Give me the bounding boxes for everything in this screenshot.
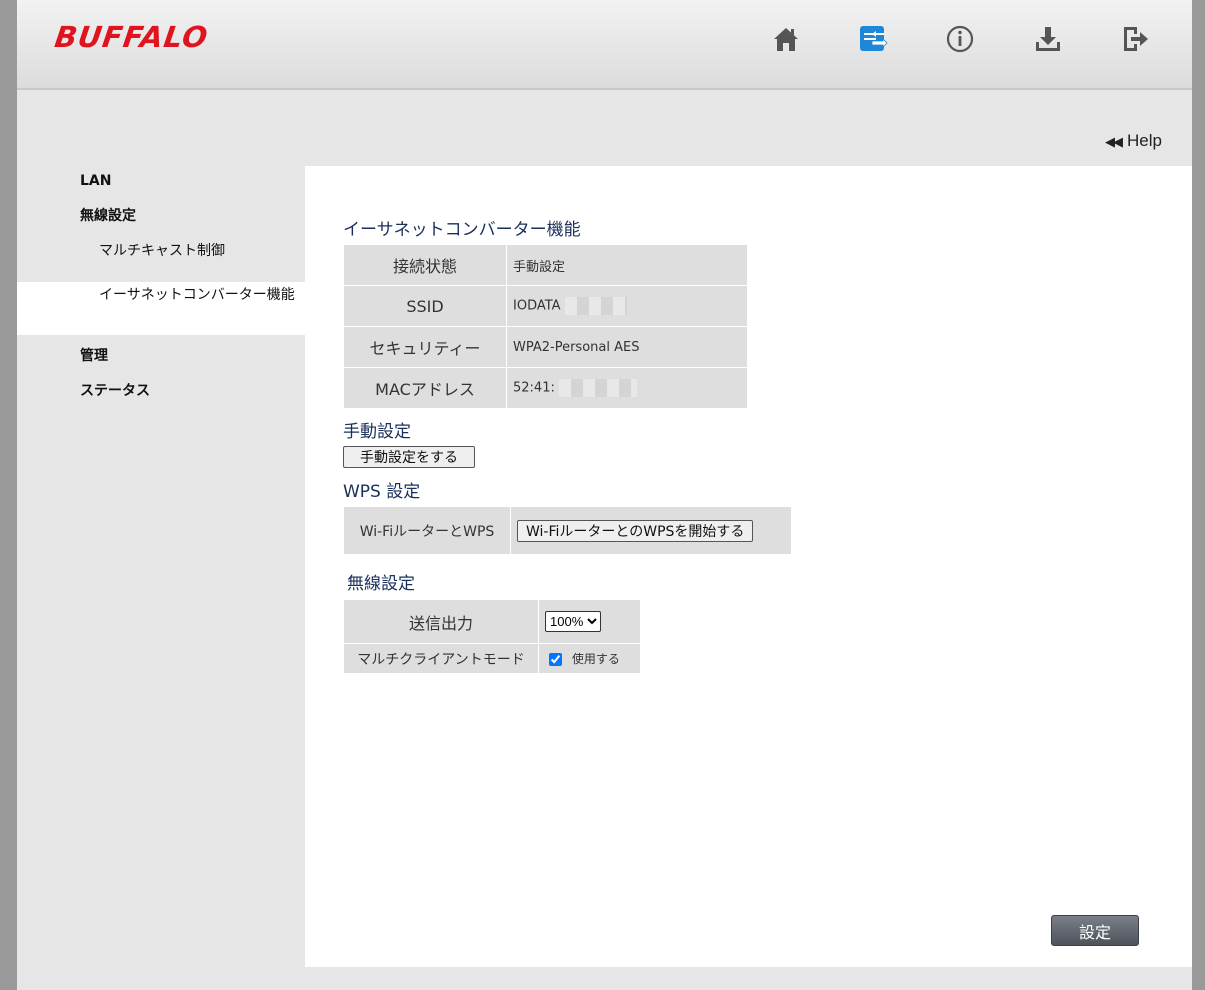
- table-row: SSID IODATA: [343, 285, 748, 327]
- multi-client-mode-checkbox[interactable]: [549, 653, 562, 666]
- multi-client-mode-option: 使用する: [571, 652, 620, 666]
- table-row: マルチクライアントモード 使用する: [343, 643, 641, 674]
- sidebar: LAN 無線設定 マルチキャスト制御 イーサネットコンバーター機能 管理 ステー…: [17, 170, 305, 415]
- multi-client-mode-label: マルチクライアントモード: [343, 643, 539, 674]
- ssid-value: IODATA: [513, 298, 561, 314]
- wireless-table: 送信出力 100% マルチクライアントモード 使用する: [343, 599, 641, 674]
- home-icon[interactable]: [771, 24, 801, 54]
- buffalo-logo: BUFFALO: [52, 20, 211, 54]
- download-icon[interactable]: [1033, 24, 1063, 54]
- wps-label: Wi-FiルーターとWPS: [343, 506, 511, 555]
- logout-icon[interactable]: [1120, 24, 1150, 54]
- page-frame: BUFFALO ◀◀ Help LAN 無線設定 マルチキャスト制御 イーサネッ…: [17, 0, 1192, 990]
- ssid-cell: IODATA: [506, 285, 748, 327]
- mac-address-value: 52:41:: [513, 380, 555, 396]
- table-row: 接続状態 手動設定: [343, 244, 748, 286]
- table-row: 送信出力 100%: [343, 599, 641, 644]
- double-left-arrow-icon: ◀◀: [1105, 134, 1123, 149]
- sidebar-item-management[interactable]: 管理: [17, 345, 305, 380]
- connection-state-value: 手動設定: [506, 244, 748, 286]
- wireless-settings-title: 無線設定: [347, 574, 415, 594]
- main-content: イーサネットコンバーター機能 接続状態 手動設定 SSID IODATA セキュ…: [305, 166, 1192, 967]
- page-title: イーサネットコンバーター機能: [343, 220, 581, 240]
- apply-button[interactable]: 設定: [1051, 915, 1139, 946]
- transmit-power-label: 送信出力: [343, 599, 539, 644]
- redacted-block: [558, 379, 637, 397]
- mac-address-label: MACアドレス: [343, 367, 507, 409]
- start-wps-button[interactable]: Wi-FiルーターとのWPSを開始する: [517, 519, 754, 542]
- info-icon[interactable]: [945, 24, 975, 54]
- sidebar-item-multicast-control[interactable]: マルチキャスト制御: [17, 240, 305, 282]
- wps-settings-title: WPS 設定: [343, 482, 421, 502]
- manual-settings-button[interactable]: 手動設定をする: [343, 446, 475, 468]
- sidebar-item-lan[interactable]: LAN: [17, 170, 305, 205]
- top-header: BUFFALO: [17, 0, 1192, 90]
- wps-table: Wi-FiルーターとWPS Wi-FiルーターとのWPSを開始する: [343, 506, 792, 555]
- help-label: Help: [1127, 131, 1162, 150]
- table-row: セキュリティー WPA2-Personal AES: [343, 326, 748, 368]
- sidebar-item-wireless-settings[interactable]: 無線設定: [17, 205, 305, 240]
- wireless-settings-icon[interactable]: [858, 24, 888, 54]
- connection-state-label: 接続状態: [343, 244, 507, 286]
- redacted-block: [564, 297, 627, 315]
- help-link[interactable]: ◀◀ Help: [1105, 131, 1162, 151]
- manual-settings-title: 手動設定: [343, 422, 411, 442]
- transmit-power-cell: 100%: [538, 599, 641, 644]
- sidebar-item-ethernet-converter[interactable]: イーサネットコンバーター機能: [17, 282, 305, 335]
- mac-address-cell: 52:41:: [506, 367, 748, 409]
- security-value: WPA2-Personal AES: [506, 326, 748, 368]
- wps-cell: Wi-FiルーターとのWPSを開始する: [510, 506, 792, 555]
- transmit-power-select[interactable]: 100%: [545, 611, 601, 632]
- table-row: Wi-FiルーターとWPS Wi-FiルーターとのWPSを開始する: [343, 506, 792, 555]
- security-label: セキュリティー: [343, 326, 507, 368]
- table-row: MACアドレス 52:41:: [343, 367, 748, 409]
- sidebar-item-status[interactable]: ステータス: [17, 380, 305, 415]
- connection-status-table: 接続状態 手動設定 SSID IODATA セキュリティー WPA2-Perso…: [343, 244, 748, 409]
- ssid-label: SSID: [343, 285, 507, 327]
- multi-client-mode-cell: 使用する: [538, 643, 641, 674]
